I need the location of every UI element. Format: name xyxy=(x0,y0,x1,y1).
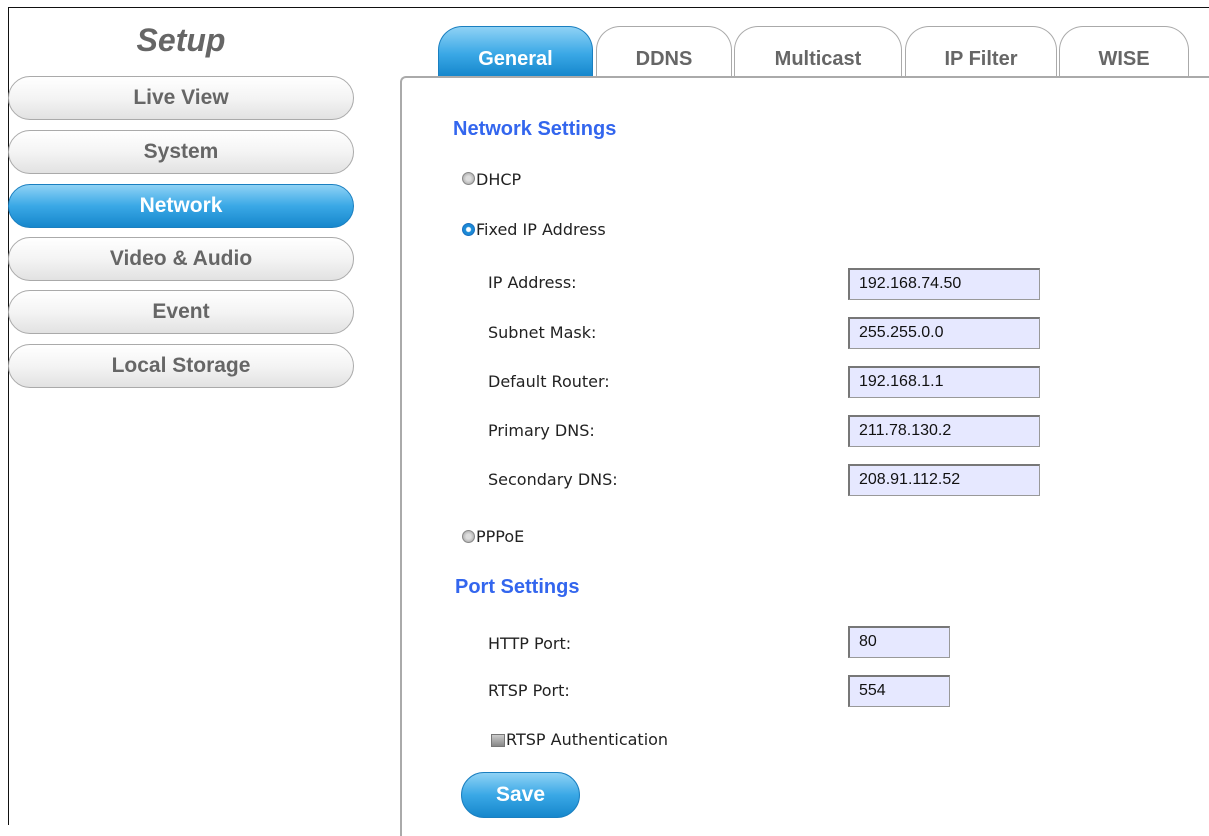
tab-general[interactable]: General xyxy=(438,26,593,76)
port-settings-title: Port Settings xyxy=(455,576,580,598)
fixed-ip-radio[interactable] xyxy=(462,223,475,236)
primary-dns-label: Primary DNS: xyxy=(488,421,595,440)
rtsp-authentication-label: RTSP Authentication xyxy=(506,730,669,749)
dhcp-radio[interactable] xyxy=(462,172,475,185)
tab-ddns[interactable]: DDNS xyxy=(596,26,732,76)
secondary-dns-label: Secondary DNS: xyxy=(488,470,618,489)
sidebar-item-local-storage[interactable]: Local Storage xyxy=(8,344,354,388)
pppoe-label: PPPoE xyxy=(476,527,525,546)
rtsp-port-input[interactable]: 554 xyxy=(848,675,950,707)
sidebar-item-video-audio[interactable]: Video & Audio xyxy=(8,237,354,281)
default-router-label: Default Router: xyxy=(488,372,610,391)
subnet-mask-label: Subnet Mask: xyxy=(488,323,597,342)
frame-left-border xyxy=(8,7,9,825)
network-settings-title: Network Settings xyxy=(453,118,617,140)
frame-top-border xyxy=(8,7,1209,8)
http-port-input[interactable]: 80 xyxy=(848,626,950,658)
primary-dns-input[interactable]: 211.78.130.2 xyxy=(848,415,1040,447)
dhcp-label: DHCP xyxy=(476,170,522,189)
default-router-input[interactable]: 192.168.1.1 xyxy=(848,366,1040,398)
sidebar-item-system[interactable]: System xyxy=(8,130,354,174)
save-button[interactable]: Save xyxy=(461,772,580,818)
rtsp-port-label: RTSP Port: xyxy=(488,681,570,700)
rtsp-authentication-checkbox[interactable] xyxy=(491,734,505,747)
subnet-mask-input[interactable]: 255.255.0.0 xyxy=(848,317,1040,349)
sidebar-item-event[interactable]: Event xyxy=(8,290,354,334)
tab-multicast[interactable]: Multicast xyxy=(734,26,902,76)
ip-address-input[interactable]: 192.168.74.50 xyxy=(848,268,1040,300)
sidebar-item-network[interactable]: Network xyxy=(8,184,354,228)
pppoe-radio[interactable] xyxy=(462,530,475,543)
http-port-label: HTTP Port: xyxy=(488,634,572,653)
sidebar-title: Setup xyxy=(136,22,226,58)
fixed-ip-label: Fixed IP Address xyxy=(476,220,606,239)
ip-address-label: IP Address: xyxy=(488,273,577,292)
sidebar-item-live-view[interactable]: Live View xyxy=(8,76,354,120)
tab-ip-filter[interactable]: IP Filter xyxy=(905,26,1057,76)
tab-wise[interactable]: WISE xyxy=(1059,26,1189,76)
secondary-dns-input[interactable]: 208.91.112.52 xyxy=(848,464,1040,496)
content-panel xyxy=(400,76,1209,836)
